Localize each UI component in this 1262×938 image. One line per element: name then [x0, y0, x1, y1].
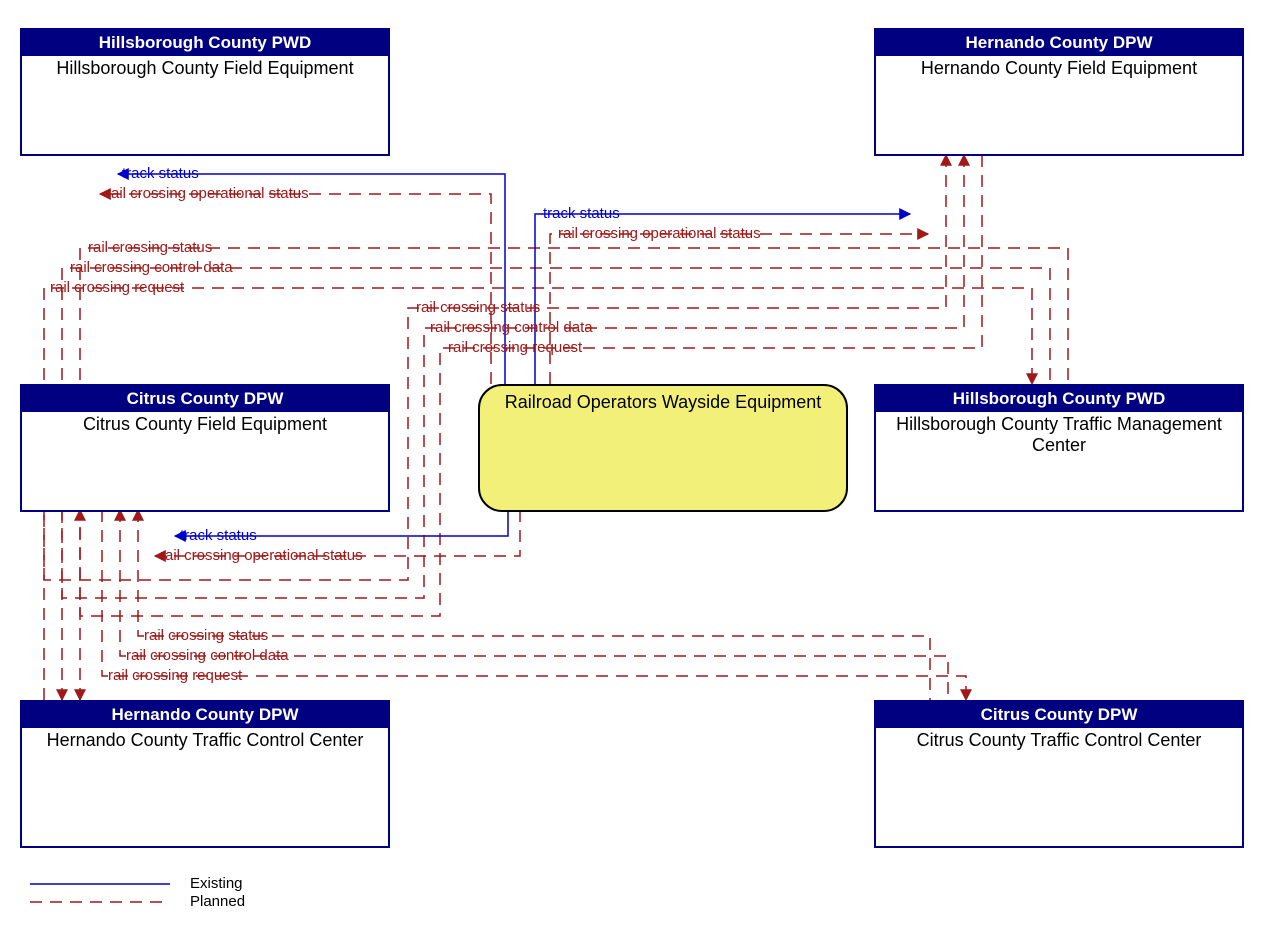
flow-rail-ctrl: rail crossing control data — [126, 647, 289, 664]
node-header: Hernando County DPW — [22, 702, 388, 728]
node-body: Citrus County Field Equipment — [22, 412, 388, 437]
flow-rail-status: rail crossing status — [88, 239, 212, 256]
node-header: Citrus County DPW — [22, 386, 388, 412]
node-body: Citrus County Traffic Control Center — [876, 728, 1242, 753]
node-header: Hillsborough County PWD — [22, 30, 388, 56]
flow-rail-req: rail crossing request — [108, 667, 242, 684]
flow-rail-status: rail crossing status — [416, 299, 540, 316]
center-node-body: Railroad Operators Wayside Equipment — [490, 392, 836, 413]
node-body: Hillsborough County Field Equipment — [22, 56, 388, 81]
node-hillsborough-traffic-mgmt[interactable]: Hillsborough County PWD Hillsborough Cou… — [874, 384, 1244, 512]
flow-rail-req: rail crossing request — [448, 339, 582, 356]
node-railroad-wayside-equipment[interactable]: Railroad Operators Wayside Equipment — [478, 384, 848, 512]
node-hernando-traffic-control[interactable]: Hernando County DPW Hernando County Traf… — [20, 700, 390, 848]
flow-rail-ctrl: rail crossing control data — [430, 319, 593, 336]
flow-rail-status: rail crossing status — [144, 627, 268, 644]
legend-planned: Planned — [190, 893, 245, 910]
node-hernando-field-equipment[interactable]: Hernando County DPW Hernando County Fiel… — [874, 28, 1244, 156]
node-body: Hernando County Field Equipment — [876, 56, 1242, 81]
node-body: Hillsborough County Traffic Management C… — [876, 412, 1242, 457]
flow-rail-op-status: rail crossing operational status — [160, 547, 363, 564]
flow-rail-op-status: rail crossing operational status — [106, 185, 309, 202]
flow-rail-op-status: rail crossing operational status — [558, 225, 761, 242]
node-header: Hernando County DPW — [876, 30, 1242, 56]
flow-rail-ctrl: rail crossing control data — [70, 259, 233, 276]
node-body: Hernando County Traffic Control Center — [22, 728, 388, 753]
flow-track-status: track status — [543, 205, 620, 222]
node-citrus-field-equipment[interactable]: Citrus County DPW Citrus County Field Eq… — [20, 384, 390, 512]
flow-rail-req: rail crossing request — [50, 279, 184, 296]
node-header: Hillsborough County PWD — [876, 386, 1242, 412]
node-citrus-traffic-control[interactable]: Citrus County DPW Citrus County Traffic … — [874, 700, 1244, 848]
flow-track-status: track status — [122, 165, 199, 182]
node-hillsborough-field-equipment[interactable]: Hillsborough County PWD Hillsborough Cou… — [20, 28, 390, 156]
node-header: Citrus County DPW — [876, 702, 1242, 728]
legend-existing: Existing — [190, 875, 243, 892]
flow-track-status: track status — [180, 527, 257, 544]
